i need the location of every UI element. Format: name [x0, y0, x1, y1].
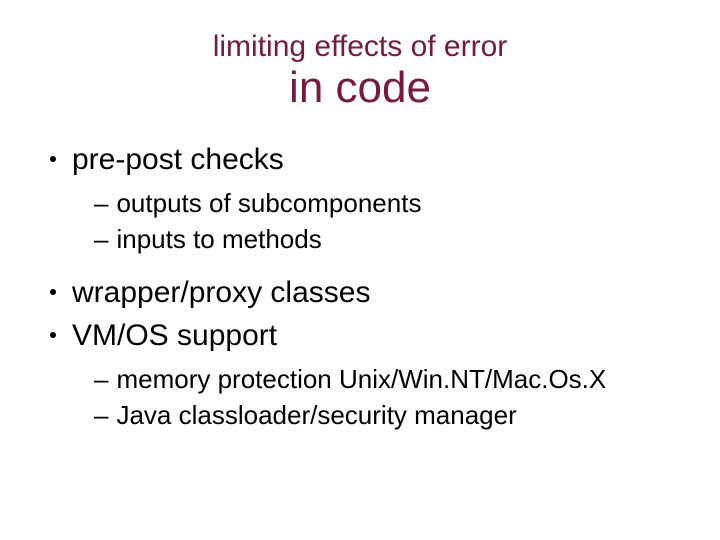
- dash-icon: –: [94, 363, 108, 397]
- sub-bullet-item: – Java classloader/security manager: [94, 399, 680, 433]
- bullet-icon: [50, 156, 56, 162]
- bullet-item: wrapper/proxy classes: [50, 273, 680, 312]
- sub-bullet-block: – outputs of subcomponents – inputs to m…: [94, 187, 680, 257]
- sub-bullet-text: Java classloader/security manager: [116, 399, 516, 433]
- slide-title: limiting effects of error in code: [40, 30, 680, 112]
- sub-bullet-item: – inputs to methods: [94, 223, 680, 257]
- title-line-2: in code: [40, 64, 680, 112]
- dash-icon: –: [94, 187, 108, 221]
- bullet-text: wrapper/proxy classes: [72, 273, 370, 312]
- dash-icon: –: [94, 223, 108, 257]
- dash-icon: –: [94, 399, 108, 433]
- bullet-icon: [50, 332, 56, 338]
- bullet-text: VM/OS support: [72, 316, 277, 355]
- bullet-text: pre-post checks: [72, 140, 284, 179]
- sub-bullet-item: – outputs of subcomponents: [94, 187, 680, 221]
- bullet-icon: [50, 289, 56, 295]
- bullet-item: VM/OS support: [50, 316, 680, 355]
- slide-content: pre-post checks – outputs of subcomponen…: [50, 140, 680, 432]
- sub-bullet-block: – memory protection Unix/Win.NT/Mac.Os.X…: [94, 363, 680, 433]
- sub-bullet-text: inputs to methods: [116, 223, 321, 257]
- sub-bullet-item: – memory protection Unix/Win.NT/Mac.Os.X: [94, 363, 680, 397]
- sub-bullet-text: outputs of subcomponents: [116, 187, 421, 221]
- title-line-1: limiting effects of error: [40, 30, 680, 64]
- bullet-item: pre-post checks: [50, 140, 680, 179]
- sub-bullet-text: memory protection Unix/Win.NT/Mac.Os.X: [116, 363, 606, 397]
